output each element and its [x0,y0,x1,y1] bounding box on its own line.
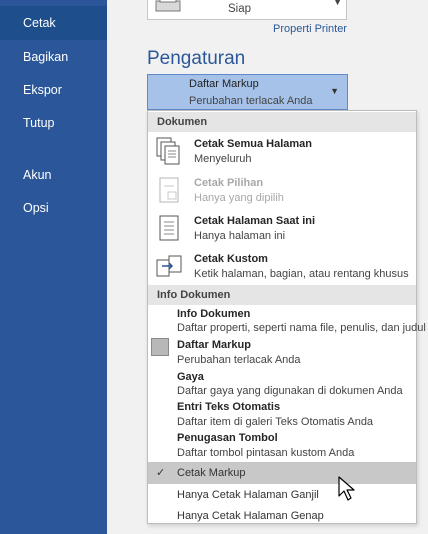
chevron-down-icon: ▼ [333,0,342,7]
nav-item-opsi[interactable]: Opsi [0,191,107,225]
option-print-markup[interactable]: ✓ Cetak Markup [148,462,416,484]
menu-item-desc: Daftar tombol pintasan kustom Anda [177,447,355,459]
menu-item-title: Penugasan Tombol [177,432,278,444]
print-what-dropdown[interactable]: Daftar Markup Perubahan terlacak Anda ▼ [147,74,348,110]
nav-item-ekspor[interactable]: Ekspor [0,73,107,107]
printer-selector[interactable]: Siap ▼ [147,0,347,20]
menu-item-desc: Hanya halaman ini [194,230,286,242]
chevron-down-icon: ▼ [330,86,339,96]
menu-item-title: Gaya [177,371,204,383]
printer-status: Siap [228,3,252,15]
menu-section-dokumen: Dokumen [148,112,416,132]
dropdown-subtitle: Perubahan terlacak Anda [189,95,313,107]
menu-item-title: Cetak Halaman Saat ini [194,215,316,227]
printer-icon [155,0,181,12]
printer-properties-link[interactable]: Properti Printer [273,23,347,35]
menu-item-desc: Menyeluruh [194,153,252,165]
print-custom-icon [156,255,182,277]
print-what-menu: Dokumen Cetak Semua Halaman Menyeluruh C… [147,110,426,527]
menu-item-title: Cetak Semua Halaman [194,138,312,150]
nav-item-cetak[interactable]: Cetak [0,6,107,40]
menu-item-desc: Daftar properti, seperti nama file, penu… [177,322,426,334]
option-even-pages[interactable]: Hanya Cetak Halaman Genap [148,505,416,527]
option-label: Cetak Markup [177,467,246,479]
option-label: Hanya Cetak Halaman Ganjil [177,489,319,501]
menu-item-desc: Ketik halaman, bagian, atau rentang khus… [194,268,409,280]
menu-item-title: Cetak Pilihan [194,177,264,189]
menu-item-title: Daftar Markup [177,339,251,351]
selected-swatch-icon [151,338,169,356]
option-odd-pages[interactable]: Hanya Cetak Halaman Ganjil [148,484,416,506]
print-all-pages-icon [156,137,180,165]
menu-item-title: Entri Teks Otomatis [177,401,281,413]
backstage-nav: Cetak Bagikan Ekspor Tutup Akun Opsi [0,0,107,534]
menu-item-title: Cetak Kustom [194,253,268,265]
menu-item-desc: Daftar item di galeri Teks Otomatis Anda [177,416,374,428]
menu-item-desc: Perubahan terlacak Anda [177,354,301,366]
menu-item-title: Info Dokumen [177,308,251,320]
nav-item-bagikan[interactable]: Bagikan [0,40,107,74]
checkmark-icon: ✓ [156,467,166,479]
menu-section-info-dokumen: Info Dokumen [148,285,416,305]
mouse-cursor-icon [338,476,355,501]
print-selection-icon [159,177,179,203]
nav-item-akun[interactable]: Akun [0,158,107,192]
dropdown-title: Daftar Markup [189,78,259,90]
nav-item-tutup[interactable]: Tutup [0,106,107,140]
option-label: Hanya Cetak Halaman Genap [177,510,324,522]
print-current-page-icon [159,215,179,241]
menu-item-desc: Daftar gaya yang digunakan di dokumen An… [177,385,403,397]
menu-item-desc: Hanya yang dipilih [194,192,284,204]
settings-title: Pengaturan [147,48,246,69]
